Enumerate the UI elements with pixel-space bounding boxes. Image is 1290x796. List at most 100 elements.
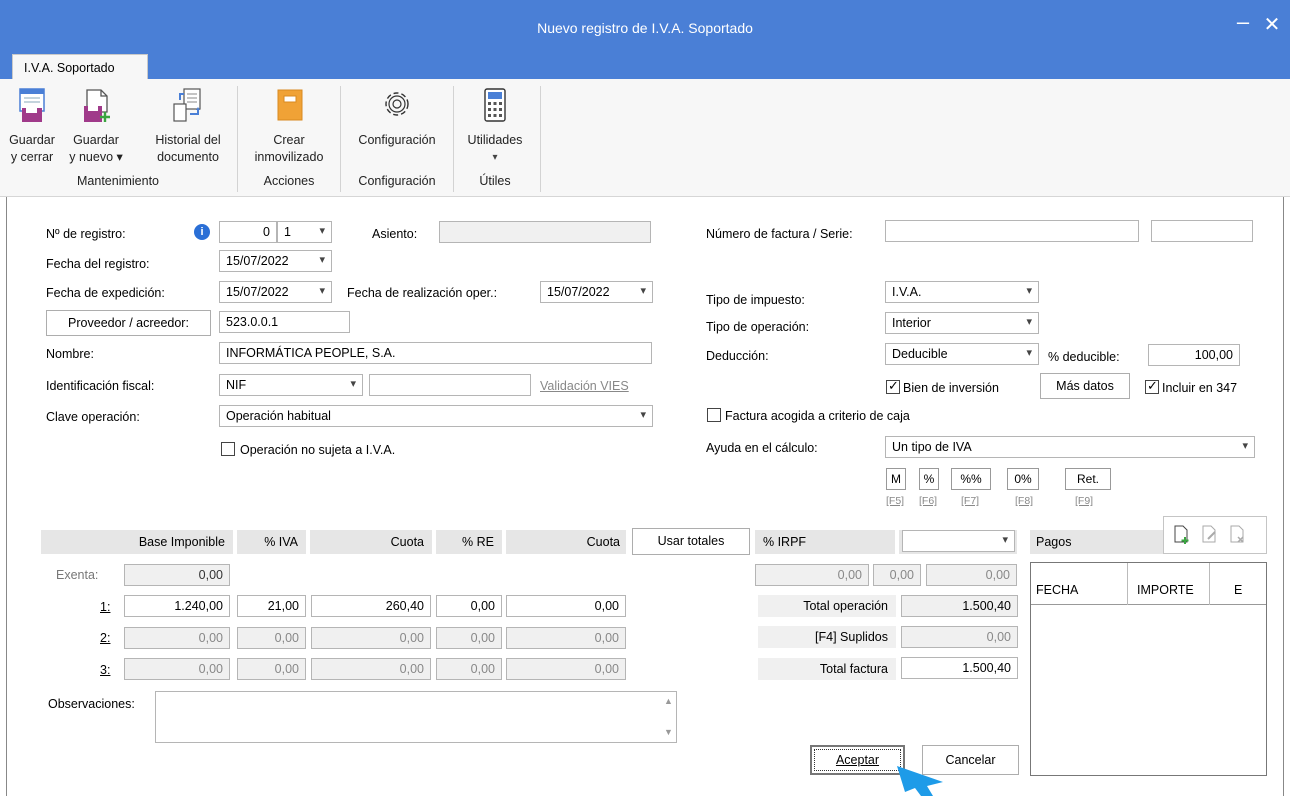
column-divider: [1127, 563, 1128, 605]
group-acciones: Acciones: [263, 174, 315, 188]
tipo-operacion-select[interactable]: Interior: [885, 312, 1039, 334]
calculator-icon: [484, 88, 506, 122]
pct-deducible-input[interactable]: 100,00: [1148, 344, 1240, 366]
row-2-pct-iva-input: 0,00: [237, 627, 306, 649]
pagos-col-fecha[interactable]: FECHA: [1036, 583, 1078, 597]
row-3-pct-iva-input: 0,00: [237, 658, 306, 680]
delete-document-icon[interactable]: [1228, 525, 1248, 545]
pagos-col-e[interactable]: E: [1234, 583, 1242, 597]
edit-document-icon[interactable]: [1200, 525, 1220, 545]
scroll-up-icon[interactable]: ▲: [664, 696, 673, 706]
group-utiles: Útiles: [479, 174, 511, 188]
row-1-cuota-input[interactable]: 260,40: [311, 595, 431, 617]
calc-zero-button[interactable]: 0%: [1007, 468, 1039, 490]
utilidades-button[interactable]: Utilidades ▾: [454, 86, 536, 166]
key-f5: [F5]: [886, 495, 905, 507]
deduccion-label: Deducción:: [706, 349, 769, 363]
column-divider: [1209, 563, 1210, 605]
pct-deducible-label: % deducible:: [1048, 350, 1120, 364]
ident-numero-input[interactable]: [369, 374, 531, 396]
tipo-impuesto-label: Tipo de impuesto:: [706, 293, 805, 307]
row-1-pct-iva-input[interactable]: 21,00: [237, 595, 306, 617]
calc-pct-button[interactable]: %: [919, 468, 939, 490]
no-sujeta-label: Operación no sujeta a I.V.A.: [240, 443, 396, 457]
exenta-label: Exenta:: [56, 568, 99, 582]
total-factura-value: 1.500,40: [901, 657, 1018, 679]
row-1-base-input[interactable]: 1.240,00: [124, 595, 230, 617]
numero-factura-input[interactable]: [885, 220, 1139, 242]
row-2-cuota-input: 0,00: [311, 627, 431, 649]
clave-operacion-select[interactable]: Operación habitual: [219, 405, 653, 427]
calc-ret-button[interactable]: Ret.: [1065, 468, 1111, 490]
calc-m-button[interactable]: M: [886, 468, 906, 490]
fecha-expedicion-label: Fecha de expedición:: [46, 286, 165, 300]
tipo-impuesto-select[interactable]: I.V.A.: [885, 281, 1039, 303]
criterio-caja-checkbox[interactable]: [707, 408, 721, 422]
aceptar-button[interactable]: Aceptar: [810, 745, 905, 775]
guardar-cerrar-button[interactable]: Guardar y cerrar: [2, 86, 62, 166]
crear-label-2: inmovilizado: [254, 150, 324, 164]
row-1-label: 1:: [100, 600, 111, 614]
guardar-nuevo-label-2: y nuevo ▾: [69, 150, 123, 164]
no-sujeta-checkbox[interactable]: [221, 442, 235, 456]
observaciones-textarea[interactable]: [155, 691, 677, 743]
close-button[interactable]: ✕: [1260, 12, 1284, 36]
header-pct-iva: % IVA: [237, 530, 306, 554]
key-f6: [F6]: [919, 495, 938, 507]
folder-asset-icon: [277, 89, 303, 121]
ident-tipo-select[interactable]: NIF: [219, 374, 363, 396]
total-factura-label: Total factura: [758, 658, 896, 680]
total-operacion-label: Total operación: [758, 595, 896, 617]
usar-totales-button[interactable]: Usar totales: [632, 528, 750, 555]
fecha-realizacion-label: Fecha de realización oper.:: [347, 286, 498, 300]
fecha-realizacion-input[interactable]: 15/07/2022: [540, 281, 653, 303]
nombre-input[interactable]: INFORMÁTICA PEOPLE, S.A.: [219, 342, 652, 364]
ribbon-separator: [540, 86, 541, 192]
configuracion-button[interactable]: Configuración: [344, 86, 450, 149]
row-3-cuota-re-input: 0,00: [506, 658, 626, 680]
serie-input[interactable]: [1151, 220, 1253, 242]
nombre-label: Nombre:: [46, 347, 94, 361]
info-icon[interactable]: i: [194, 224, 210, 240]
incluir-347-checkbox[interactable]: [1145, 378, 1159, 394]
row-2-base-input: 0,00: [124, 627, 230, 649]
row-2-label: 2:: [100, 631, 111, 645]
ayuda-calculo-select[interactable]: Un tipo de IVA: [885, 436, 1255, 458]
fecha-registro-input[interactable]: 15/07/2022: [219, 250, 332, 272]
bien-inversion-label: Bien de inversión: [903, 381, 999, 395]
add-document-icon[interactable]: [1172, 525, 1192, 545]
validacion-vies-link[interactable]: Validación VIES: [540, 379, 629, 393]
guardar-nuevo-label-1: Guardar: [73, 133, 119, 147]
row-1-pct-re-input[interactable]: 0,00: [436, 595, 502, 617]
historial-label-1: Historial del: [155, 133, 221, 147]
historial-label-2: documento: [157, 150, 219, 164]
guardar-nuevo-button[interactable]: Guardar y nuevo ▾: [64, 86, 128, 166]
ribbon-separator: [340, 86, 341, 192]
bien-inversion-checkbox[interactable]: [886, 378, 900, 394]
irpf-select[interactable]: [902, 530, 1015, 552]
key-f8: [F8]: [1015, 495, 1034, 507]
pagos-table[interactable]: FECHA IMPORTE E: [1030, 562, 1267, 776]
chevron-down-icon: ▾: [492, 152, 498, 163]
num-registro-input[interactable]: 0: [219, 221, 277, 243]
num-registro-serie-select[interactable]: 1: [277, 221, 332, 243]
deduccion-select[interactable]: Deducible: [885, 343, 1039, 365]
pagos-toolbar: [1163, 516, 1267, 554]
calc-pctpct-button[interactable]: %%: [951, 468, 991, 490]
minimize-button[interactable]: –: [1232, 11, 1254, 36]
crear-inmovilizado-button[interactable]: Crear inmovilizado: [243, 86, 335, 166]
row-3-cuota-input: 0,00: [311, 658, 431, 680]
guardar-cerrar-label-1: Guardar: [9, 133, 55, 147]
group-mantenimiento: Mantenimiento: [77, 174, 159, 188]
key-f9: [F9]: [1075, 495, 1094, 507]
historial-documento-button[interactable]: Historial del documento: [140, 86, 236, 166]
tab-iva-soportado[interactable]: I.V.A. Soportado: [12, 54, 148, 79]
row-1-cuota-re-input[interactable]: 0,00: [506, 595, 626, 617]
proveedor-input[interactable]: 523.0.0.1: [219, 311, 350, 333]
header-pct-irpf: % IRPF: [755, 530, 895, 554]
pagos-col-importe[interactable]: IMPORTE: [1137, 583, 1194, 597]
mas-datos-button[interactable]: Más datos: [1040, 373, 1130, 399]
fecha-expedicion-input[interactable]: 15/07/2022: [219, 281, 332, 303]
proveedor-acreedor-button[interactable]: Proveedor / acreedor:: [46, 310, 211, 336]
scroll-down-icon[interactable]: ▼: [664, 727, 673, 737]
